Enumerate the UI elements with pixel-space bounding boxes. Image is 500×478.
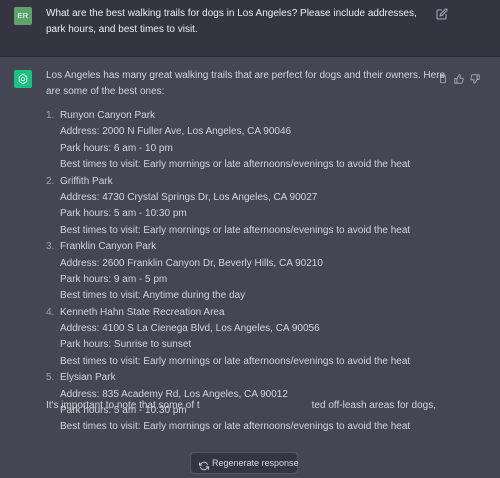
- user-avatar: ER: [14, 7, 32, 25]
- list-item: 1. Runyon Canyon Park Address: 2000 N Fu…: [46, 108, 456, 174]
- trail-hours: Park hours: 5 am - 10:30 pm: [60, 208, 187, 220]
- list-number: 4.: [46, 306, 55, 318]
- regenerate-label: Regenerate response: [212, 458, 299, 468]
- list-number: 3.: [46, 241, 55, 253]
- user-message-row: ER What are the best walking trails for …: [0, 0, 500, 57]
- trail-list: 1. Runyon Canyon Park Address: 2000 N Fu…: [46, 108, 456, 436]
- regenerate-response-button[interactable]: Regenerate response: [190, 452, 299, 474]
- assistant-avatar: [14, 70, 32, 88]
- thumbs-down-icon[interactable]: [470, 71, 480, 84]
- list-number: 5.: [46, 372, 55, 384]
- openai-logo-icon: [18, 73, 28, 85]
- answer-intro: Los Angeles has many great walking trail…: [46, 70, 446, 97]
- list-number: 2.: [46, 175, 55, 187]
- list-item: 4. Kenneth Hahn State Recreation Area Ad…: [46, 305, 456, 371]
- refresh-icon: [199, 458, 209, 471]
- trail-address: Address: 2600 Franklin Canyon Dr, Beverl…: [60, 257, 323, 269]
- answer-outro-cutoff: [46, 416, 466, 424]
- assistant-message-row: Los Angeles has many great walking trail…: [0, 57, 500, 478]
- trail-address: Address: 4100 S La Cienega Blvd, Los Ang…: [60, 323, 320, 335]
- answer-outro: It's important to note that some of t ted…: [46, 398, 466, 414]
- answer-outro-start: It's important to note that some of t: [46, 400, 200, 411]
- edit-icon[interactable]: [436, 7, 448, 20]
- trail-hours: Park hours: Sunrise to sunset: [60, 339, 192, 351]
- list-item: 2. Griffith Park Address: 4730 Crystal S…: [46, 174, 456, 240]
- user-message-text: What are the best walking trails for dog…: [46, 8, 417, 35]
- list-number: 1.: [46, 110, 55, 121]
- trail-name: Elysian Park: [60, 372, 116, 384]
- trail-best-times: Best times to visit: Early mornings or l…: [60, 355, 411, 367]
- trail-name: Griffith Park: [60, 175, 113, 187]
- trail-name: Kenneth Hahn State Recreation Area: [60, 306, 225, 318]
- trail-best-times: Best times to visit: Early mornings or l…: [60, 224, 411, 236]
- trail-name: Runyon Canyon Park: [60, 110, 156, 121]
- trail-best-times: Best times to visit: Anytime during the …: [60, 290, 246, 302]
- answer-outro-end: ted off-leash areas for dogs,: [311, 400, 436, 411]
- trail-best-times: Best times to visit: Early mornings or l…: [60, 159, 411, 171]
- trail-address: Address: 4730 Crystal Springs Dr, Los An…: [60, 191, 318, 203]
- trail-hours: Park hours: 6 am - 10 pm: [60, 142, 173, 154]
- trail-address: Address: 2000 N Fuller Ave, Los Angeles,…: [60, 126, 292, 138]
- list-item: 3. Franklin Canyon Park Address: 2600 Fr…: [46, 239, 456, 305]
- trail-hours: Park hours: 9 am - 5 pm: [60, 273, 168, 285]
- trail-name: Franklin Canyon Park: [60, 241, 157, 253]
- assistant-message-text: Los Angeles has many great walking trail…: [46, 68, 456, 436]
